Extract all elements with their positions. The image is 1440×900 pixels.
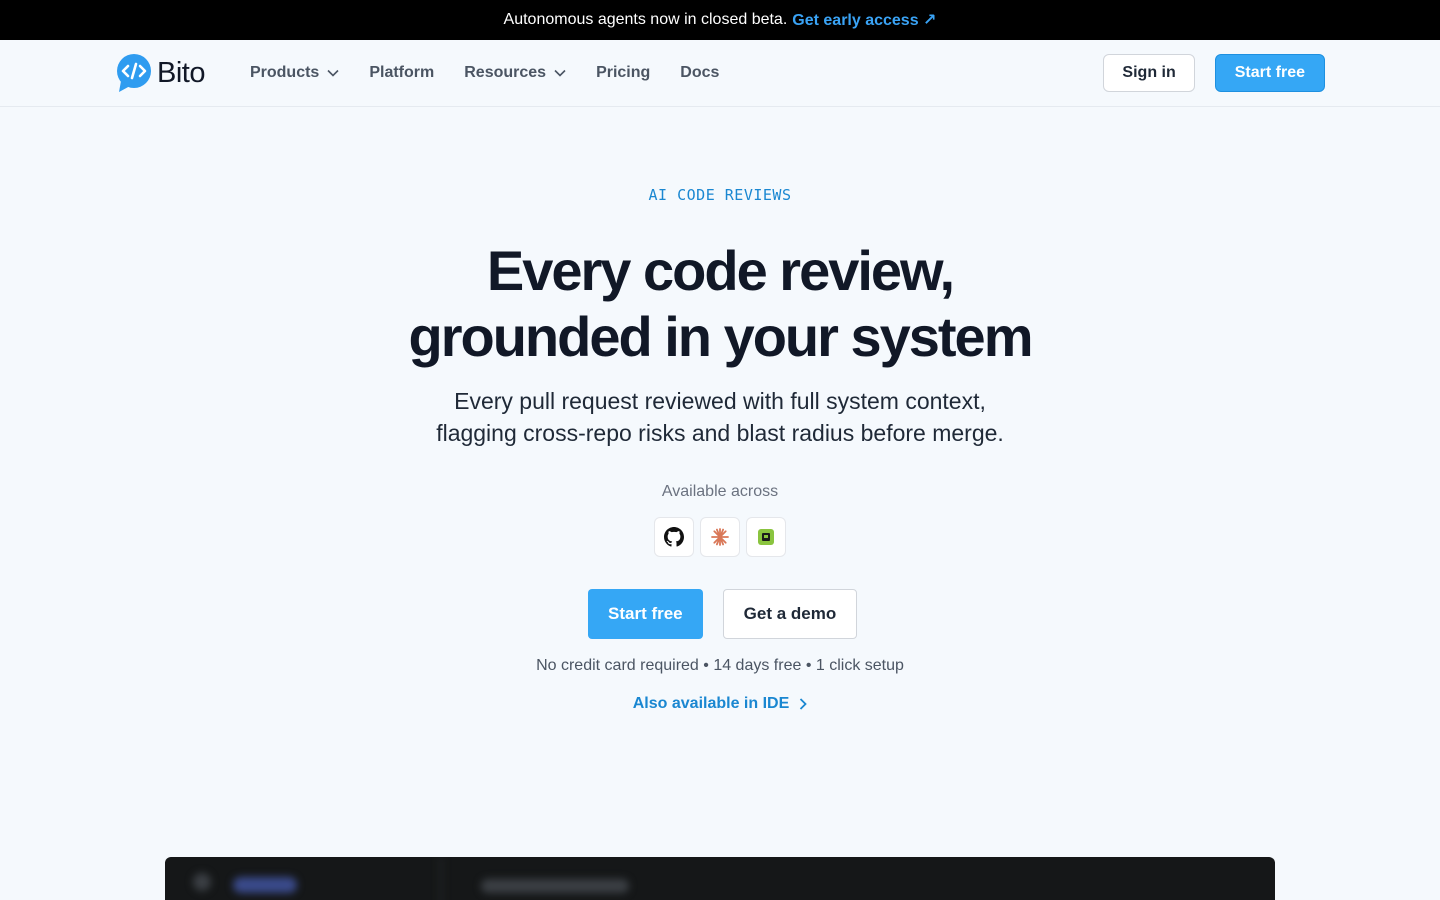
integration-github[interactable] xyxy=(654,517,694,557)
hero-subtitle: Every pull request reviewed with full sy… xyxy=(0,385,1440,449)
subtitle-line-2: flagging cross-repo risks and blast radi… xyxy=(436,420,1004,446)
preview-avatar xyxy=(193,873,211,891)
nav-item-platform[interactable]: Platform xyxy=(369,64,434,82)
nav-item-products[interactable]: Products xyxy=(250,64,339,82)
chevron-down-icon xyxy=(327,69,339,77)
ide-link-label: Also available in IDE xyxy=(632,695,790,712)
bito-logo-icon xyxy=(117,54,151,92)
preview-divider xyxy=(440,857,442,900)
nav-item-label: Resources xyxy=(464,64,547,81)
nav-item-pricing[interactable]: Pricing xyxy=(596,64,650,82)
nav-item-label: Docs xyxy=(680,64,720,81)
integration-bucket[interactable] xyxy=(746,517,786,557)
get-demo-button[interactable]: Get a demo xyxy=(722,589,858,639)
integration-icons xyxy=(654,517,786,557)
nav-actions: Sign in Start free xyxy=(1103,54,1325,92)
main-menu: Products Platform Resources Pricing Docs xyxy=(250,64,719,82)
start-free-nav-button[interactable]: Start free xyxy=(1214,54,1325,92)
hero-fineprint: No credit card required • 14 days free •… xyxy=(536,657,904,674)
brand-logo[interactable]: Bito xyxy=(115,53,205,93)
announcement-text: Autonomous agents now in closed beta. xyxy=(503,11,788,28)
gitlab-bucket-icon xyxy=(758,529,774,545)
nav-item-resources[interactable]: Resources xyxy=(464,64,566,82)
headline-line-1: Every code review, xyxy=(486,239,955,302)
announcement-bar: Autonomous agents now in closed beta. Ge… xyxy=(0,0,1440,40)
top-nav: Bito Products Platform Resources Pricing… xyxy=(0,40,1440,107)
nav-item-label: Platform xyxy=(369,64,435,81)
claude-icon xyxy=(711,528,729,546)
nav-item-label: Products xyxy=(249,64,320,81)
start-free-button[interactable]: Start free xyxy=(588,589,703,639)
hero-cta-row: Start free Get a demo xyxy=(588,589,858,639)
preview-title xyxy=(481,879,629,893)
chevron-right-icon xyxy=(800,698,808,710)
subtitle-line-1: Every pull request reviewed with full sy… xyxy=(454,388,986,414)
ide-link[interactable]: Also available in IDE xyxy=(0,695,1440,713)
early-access-link[interactable]: Get early access ↗ xyxy=(792,10,936,30)
brand-name: Bito xyxy=(157,56,205,89)
sign-in-button[interactable]: Sign in xyxy=(1103,54,1195,92)
github-icon xyxy=(664,527,684,547)
chevron-down-icon xyxy=(554,69,566,77)
available-across-label: Available across xyxy=(661,483,779,500)
hero-headline: Every code review, grounded in your syst… xyxy=(0,238,1440,370)
integration-claude[interactable] xyxy=(700,517,740,557)
hero-eyebrow: AI CODE REVIEWS xyxy=(648,186,792,204)
product-preview xyxy=(165,857,1275,900)
nav-item-docs[interactable]: Docs xyxy=(680,64,719,82)
preview-chip xyxy=(233,877,297,893)
headline-line-2: grounded in your system xyxy=(408,305,1034,368)
nav-item-label: Pricing xyxy=(596,64,651,81)
